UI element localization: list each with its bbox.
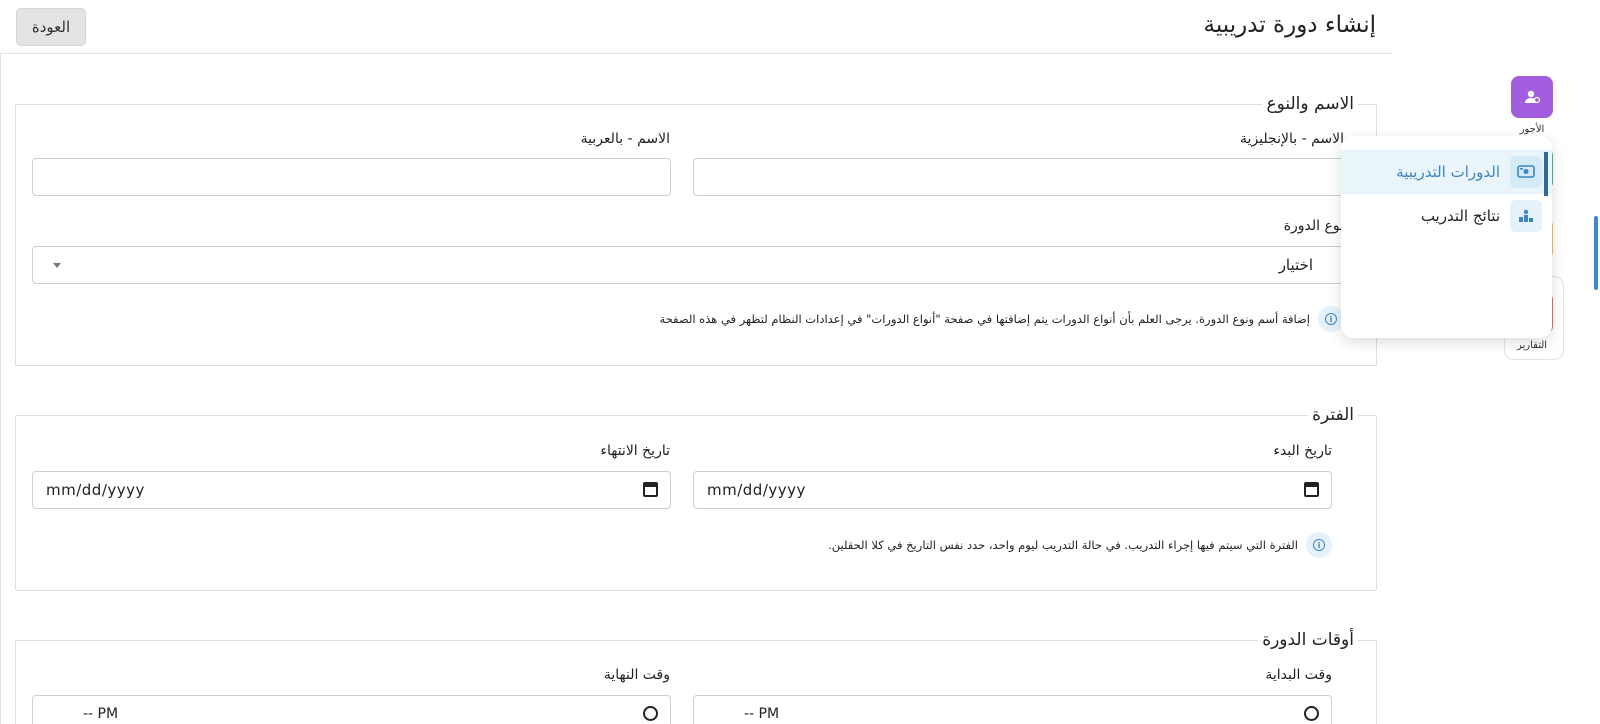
divider	[0, 54, 1, 724]
clock-icon[interactable]	[643, 706, 658, 721]
name-ar-input[interactable]	[32, 158, 671, 196]
course-type-select[interactable]: اختيار	[32, 246, 1344, 284]
period-info: i الفترة التي سيتم فيها إجراء التدريب. ف…	[828, 532, 1332, 558]
submenu-item-courses[interactable]: الدورات التدريبية	[1341, 150, 1552, 194]
start-time-value: -- PM	[744, 706, 780, 722]
end-date-input[interactable]: mm/dd/yyyy	[32, 471, 671, 509]
nav-item-wages[interactable]: الأجور	[1502, 76, 1562, 135]
submenu-label: الدورات التدريبية	[1396, 163, 1500, 181]
section-legend: الاسم والنوع	[1262, 91, 1358, 117]
calendar-icon[interactable]	[643, 482, 658, 497]
submenu-popup: الدورات التدريبية نتائج التدريب	[1341, 136, 1552, 338]
course-icon	[1510, 156, 1542, 188]
end-date-value: mm/dd/yyyy	[46, 481, 145, 499]
end-date-label: تاريخ الانتهاء	[600, 443, 670, 459]
section-legend: أوقات الدورة	[1258, 627, 1358, 653]
start-date-label: تاريخ البدء	[1273, 443, 1332, 459]
info-icon: i	[1306, 532, 1332, 558]
info-text: الفترة التي سيتم فيها إجراء التدريب. في …	[828, 538, 1298, 552]
name-type-info: i إضافة أسم ونوع الدورة. يرجى العلم بأن …	[659, 306, 1344, 332]
calendar-icon[interactable]	[1304, 482, 1319, 497]
section-legend: الفترة	[1308, 402, 1358, 428]
submenu-item-results[interactable]: نتائج التدريب	[1341, 194, 1552, 238]
page-header: إنشاء دورة تدريبية العودة	[0, 0, 1392, 54]
end-time-value: -- PM	[83, 706, 119, 722]
clock-icon[interactable]	[1304, 706, 1319, 721]
page-title: إنشاء دورة تدريبية	[1203, 12, 1376, 38]
info-text: إضافة أسم ونوع الدورة. يرجى العلم بأن أن…	[659, 312, 1310, 326]
popup-active-edge	[1544, 152, 1548, 196]
course-type-value: اختيار	[1278, 256, 1313, 274]
start-date-value: mm/dd/yyyy	[707, 481, 806, 499]
nav-label: الأجور	[1519, 124, 1545, 135]
user-pay-icon	[1511, 76, 1553, 118]
name-en-input[interactable]	[693, 158, 1344, 196]
submenu-label: نتائج التدريب	[1420, 207, 1500, 225]
chevron-down-icon	[53, 263, 61, 268]
results-icon	[1510, 200, 1542, 232]
name-en-label: الاسم - بالإنجليزية	[1240, 131, 1344, 147]
name-ar-label: الاسم - بالعربية	[580, 131, 670, 147]
start-date-input[interactable]: mm/dd/yyyy	[693, 471, 1332, 509]
end-time-input[interactable]: -- PM	[32, 695, 671, 724]
course-type-label: نوع الدورة	[1283, 218, 1344, 234]
active-indicator	[1594, 216, 1598, 290]
start-time-label: وقت البداية	[1265, 667, 1332, 683]
back-button[interactable]: العودة	[16, 8, 86, 46]
start-time-input[interactable]: -- PM	[693, 695, 1332, 724]
page: إنشاء دورة تدريبية العودة الاسم والنوع ا…	[0, 0, 1600, 724]
end-time-label: وقت النهاية	[603, 667, 670, 683]
nav-label: التقارير	[1516, 340, 1548, 351]
